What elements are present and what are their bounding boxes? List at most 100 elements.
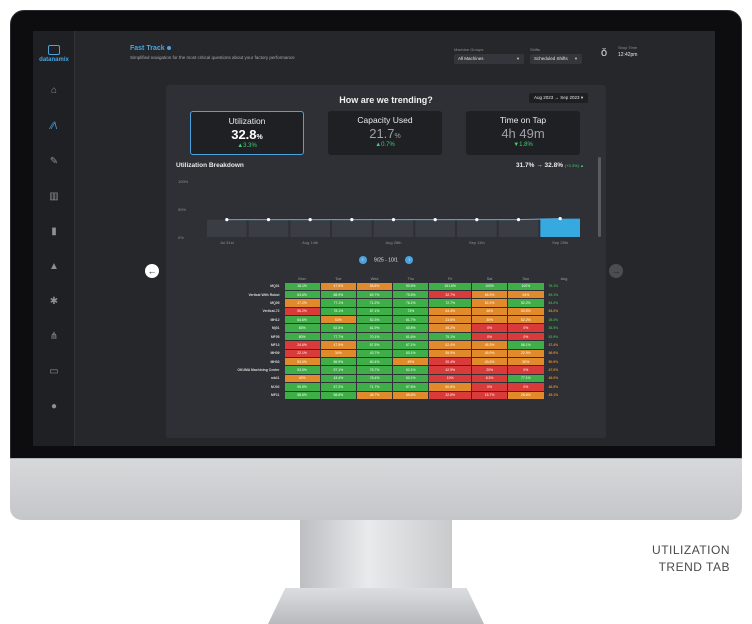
info-icon[interactable]: [166, 46, 171, 50]
monitor-icon[interactable]: ▭: [44, 364, 64, 380]
heatmap-cell[interactable]: 45.3%: [470, 340, 509, 350]
heatmap-cell[interactable]: 71.7%: [355, 382, 394, 392]
shifts-select[interactable]: Scheduled Shifts ▼: [530, 54, 582, 64]
heatmap-cell[interactable]: 52.5%: [319, 323, 357, 333]
heatmap-row[interactable]: OKUMA Machining Center 53.5% 57.1% 75.7% 62.…: [184, 365, 584, 375]
heatmap-row[interactable]: MQ01 16.1% 47.5% 58.8% 90.5% 151.6% 100% 100% 76…: [184, 281, 584, 291]
heatmap-cell[interactable]: 52.3%: [355, 315, 394, 325]
heatmap-row[interactable]: Vertical-72 56.2% 78.1% 87.1% 73% 64.4% 46% 63.…: [184, 306, 584, 317]
logo[interactable]: datanamix: [36, 45, 72, 63]
heatmap-row[interactable]: MJ02 55.9% 57.3% 71.7% 57.6% 60.6% 0% 0% 46.5%: [184, 382, 584, 392]
heatmap-cell[interactable]: 49%: [392, 356, 430, 367]
heatmap-cell[interactable]: 56.2%: [283, 306, 321, 317]
heatmap-cell[interactable]: 71.2%: [355, 298, 394, 308]
heatmap-cell[interactable]: 30%: [470, 315, 509, 325]
heatmap-cell[interactable]: 75.7%: [355, 365, 394, 375]
heatmap-cell[interactable]: 55.9%: [283, 382, 321, 392]
kpi-time-on-tap[interactable]: Time on Tap 4h 49m ▼1.8%: [466, 111, 580, 155]
heatmap-cell[interactable]: 77.7%: [319, 331, 357, 342]
heatmap-cell[interactable]: 100%: [507, 281, 545, 291]
previous-arrow-button[interactable]: ←: [145, 264, 159, 278]
heatmap-cell[interactable]: 48.7%: [355, 390, 394, 400]
heatmap-row[interactable]: Vertical With Robot 63.6% 88.9% 69.7% 75.5% 3…: [184, 289, 584, 300]
heatmap-row[interactable]: mb11 40% 43.4% 76.4% 60.1% 10% 8.3% 77.1% 46.0%: [184, 373, 584, 384]
heatmap-cell[interactable]: 0%: [470, 323, 509, 333]
heatmap-cell[interactable]: 45.9%: [470, 348, 509, 359]
heatmap-row[interactable]: MF13 24.6% 47.5% 57.5% 67.1% 52.4% 45.3% 58.1% 3…: [184, 340, 584, 350]
heatmap-cell[interactable]: 58.6%: [283, 390, 321, 400]
scrollbar[interactable]: [598, 157, 601, 237]
heatmap-cell[interactable]: 32.8%: [428, 390, 472, 400]
heatmap-cell[interactable]: 34%: [319, 348, 357, 359]
pager-next-button[interactable]: ›: [405, 256, 414, 264]
heatmap-cell[interactable]: 151.6%: [428, 281, 472, 291]
heatmap-cell[interactable]: 65.6%: [392, 390, 430, 400]
kpi-utilization[interactable]: Utilization 32.8% ▲3.3%: [190, 111, 304, 155]
heatmap-row[interactable]: MH09 22.1% 34% 43.7% 60.1% 55.9% 45.9% 22.9% 36.…: [184, 348, 584, 359]
help-icon[interactable]: ●: [44, 399, 64, 415]
heatmap-cell[interactable]: 58.8%: [355, 281, 394, 291]
heatmap-cell[interactable]: 53%: [319, 315, 357, 325]
heatmap-cell[interactable]: 16.1%: [283, 281, 321, 291]
heatmap-cell[interactable]: 70.1%: [355, 331, 394, 342]
heatmap-cell[interactable]: 50%: [507, 356, 545, 367]
heatmap-cell[interactable]: 63.5%: [507, 306, 545, 317]
heatmap-cell[interactable]: 0%: [470, 331, 509, 342]
heatmap-cell[interactable]: 43.6%: [470, 356, 509, 367]
heatmap-cell[interactable]: 60.1%: [392, 348, 430, 359]
heatmap-cell[interactable]: 20.4%: [428, 356, 472, 367]
heatmap-cell[interactable]: 20%: [470, 365, 509, 375]
heatmap-row[interactable]: MF11 58.6% 58.8% 48.7% 65.6% 32.8% 15.7% 28.6% 4…: [184, 390, 584, 400]
heatmap-cell[interactable]: 63.6%: [283, 289, 321, 300]
heatmap-cell[interactable]: 40%: [283, 373, 321, 384]
machine-groups-select[interactable]: All Machines ▼: [454, 54, 524, 64]
warning-icon[interactable]: ▲: [44, 259, 64, 275]
heatmap-cell[interactable]: 55.9%: [428, 348, 472, 359]
heatmap-cell[interactable]: 61.7%: [392, 315, 430, 325]
heatmap-row[interactable]: Mj01 83% 52.5% 61.9% 60.8% 45.2% 0% 0% 38.5%: [184, 323, 584, 333]
heatmap-cell[interactable]: 53.0%: [283, 356, 321, 367]
heatmap-cell[interactable]: 88.9%: [319, 289, 357, 300]
heatmap-cell[interactable]: 63%: [507, 289, 545, 300]
heatmap-cell[interactable]: 73%: [392, 306, 430, 317]
heatmap-cell[interactable]: 52.2%: [507, 298, 545, 308]
heatmap-cell[interactable]: 10%: [428, 373, 472, 384]
heatmap-cell[interactable]: 61.9%: [355, 323, 394, 333]
heatmap-cell[interactable]: 80%: [283, 331, 321, 342]
heatmap-cell[interactable]: 60.6%: [428, 382, 472, 392]
heatmap-cell[interactable]: 47.5%: [319, 340, 357, 350]
heatmap-cell[interactable]: 56.9%: [319, 356, 357, 367]
heatmap-cell[interactable]: 77.1%: [319, 298, 357, 308]
heatmap-cell[interactable]: 28.6%: [507, 390, 545, 400]
heatmap-row[interactable]: MH03 53.0% 56.9% 60.4% 49% 20.4% 43.6% 50% 50.9%: [184, 356, 584, 367]
heatmap-cell[interactable]: 43.4%: [319, 373, 357, 384]
heatmap-cell[interactable]: 65.9%: [470, 289, 509, 300]
heatmap-row[interactable]: MH12 64.6% 53% 52.3% 61.7% 23.6% 30% 52.2% 28.4%: [184, 315, 584, 325]
heatmap-cell[interactable]: 46%: [470, 306, 509, 317]
heatmap-cell[interactable]: 57.3%: [319, 382, 357, 392]
heatmap-cell[interactable]: 62.1%: [392, 365, 430, 375]
heatmap-cell[interactable]: 0%: [507, 365, 545, 375]
heatmap-cell[interactable]: 83%: [283, 323, 321, 333]
heatmap-cell[interactable]: 76.4%: [355, 373, 394, 384]
chart-icon[interactable]: ▥: [44, 189, 64, 205]
heatmap-cell[interactable]: 75.1%: [428, 331, 472, 342]
heatmap-cell[interactable]: 53.5%: [283, 365, 321, 375]
heatmap-cell[interactable]: 0%: [507, 323, 545, 333]
trash-icon[interactable]: ▮: [44, 224, 64, 240]
heatmap-cell[interactable]: 100%: [470, 281, 509, 291]
date-range-select[interactable]: Aug 2023 → Sep 2023 ▾: [529, 93, 589, 103]
heatmap-cell[interactable]: 61.6%: [392, 331, 430, 342]
heatmap-cell[interactable]: 64.6%: [283, 315, 321, 325]
heatmap-cell[interactable]: 52.4%: [428, 340, 472, 350]
heatmap-cell[interactable]: 76.1%: [392, 298, 430, 308]
next-arrow-button[interactable]: →: [609, 264, 623, 278]
heatmap-cell[interactable]: 0%: [507, 331, 545, 342]
gear-icon[interactable]: ✱: [44, 294, 64, 310]
heatmap-cell[interactable]: 57.1%: [319, 365, 357, 375]
heatmap-cell[interactable]: 78.1%: [319, 306, 357, 317]
wrench-icon[interactable]: ✎: [44, 154, 64, 170]
heatmap-cell[interactable]: 0%: [470, 382, 509, 392]
trend-icon[interactable]: ⁄⁄\: [44, 119, 64, 135]
heatmap-cell[interactable]: 58.1%: [507, 340, 545, 350]
